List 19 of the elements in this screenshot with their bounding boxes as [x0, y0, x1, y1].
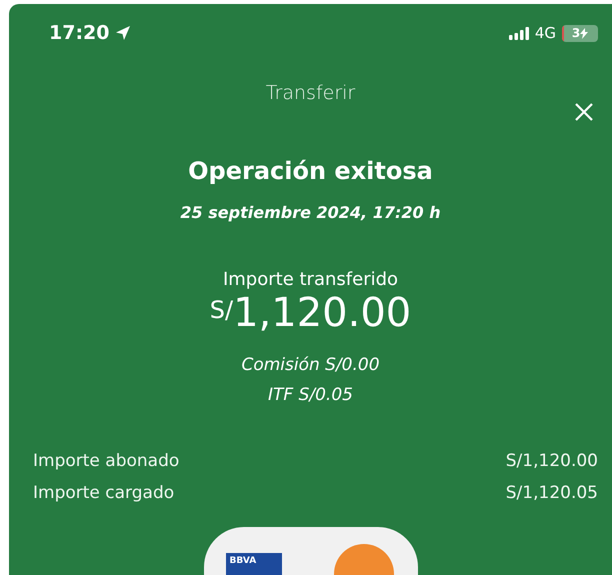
amount-label: Importe transferido: [222, 269, 398, 290]
location-arrow-icon: [115, 25, 132, 41]
currency-symbol: S/: [210, 296, 234, 324]
operation-date: 25 septiembre 2024, 17:20 h: [180, 203, 441, 222]
detail-value: S/1,120.05: [506, 483, 598, 503]
detail-value: S/1,120.00: [506, 451, 598, 471]
signal-icon: [508, 26, 529, 40]
close-icon[interactable]: [574, 102, 594, 122]
bank-logo: BBVA: [226, 553, 282, 575]
detail-label: Importe abonado: [33, 451, 180, 471]
success-title: Operación exitosa: [188, 157, 433, 185]
screen-title: Transferir: [266, 82, 356, 104]
battery-icon: 3: [562, 24, 598, 42]
detail-label: Importe cargado: [33, 483, 174, 503]
itf-text: ITF S/0.05: [268, 385, 353, 405]
commission-text: Comisión S/0.00: [241, 355, 380, 375]
transfer-amount: 1,120.00: [233, 290, 412, 336]
status-time: 17:20: [49, 22, 110, 44]
network-label: 4G: [534, 24, 556, 42]
